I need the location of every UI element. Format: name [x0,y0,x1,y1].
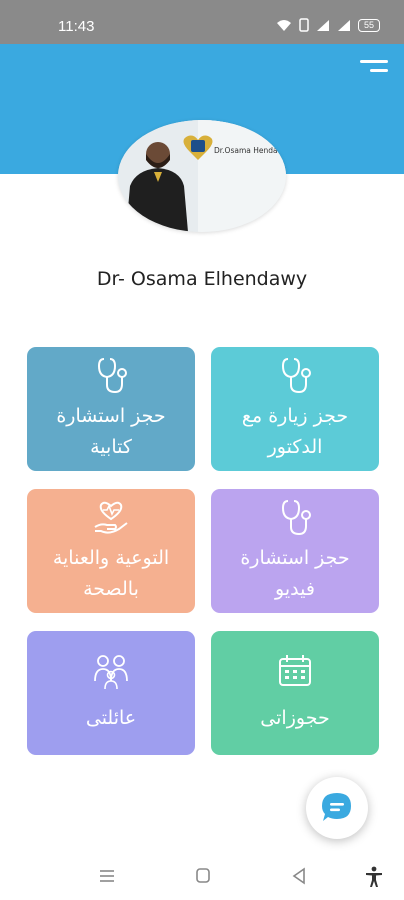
battery-icon: 55 [358,18,380,32]
doctor-photo: Dr.Osama Hendawy [118,120,286,232]
status-bar: 11:43 55 [0,0,404,44]
written-consultation-tile[interactable]: حجز استشارة كتابية [27,347,195,471]
recent-apps-icon[interactable] [98,866,116,886]
video-consultation-tile[interactable]: حجز استشارة فيديو [211,489,379,613]
health-care-icon [94,501,128,534]
my-family-tile[interactable]: عائلتى [27,631,195,755]
vibrate-icon [299,18,309,32]
home-icon[interactable] [195,866,211,886]
video-consultation-label: حجز استشارة فيديو [240,547,350,600]
stethoscope-icon [281,500,311,536]
book-visit-label: حجز زيارة مع الدكتور [241,405,349,458]
written-consultation-label: حجز استشارة كتابية [56,405,166,458]
status-icons: 55 [276,18,380,32]
status-time: 11:43 [58,18,95,35]
chat-icon [322,793,351,821]
doctor-name: Dr- Osama Elhendawy [96,268,308,290]
back-icon[interactable] [291,866,307,886]
health-awareness-tile[interactable]: التوعية والعناية بالصحة [27,489,195,613]
signal-icon-2 [338,19,350,31]
health-awareness-label: التوعية والعناية بالصحة [52,547,170,600]
hamburger-menu-icon [360,60,388,63]
family-icon [94,655,128,690]
system-nav-bar [0,852,404,900]
my-bookings-label: حجوزاتى [260,707,330,729]
my-bookings-tile[interactable]: حجوزاتى [211,631,379,755]
stethoscope-icon [97,358,127,394]
wifi-icon [277,19,291,31]
my-family-label: عائلتى [85,707,137,729]
chat-button[interactable] [306,777,368,839]
accessibility-icon[interactable] [365,866,383,888]
calendar-icon [279,655,311,686]
book-visit-tile[interactable]: حجز زيارة مع الدكتور [211,347,379,471]
stethoscope-icon [281,358,311,394]
signal-icon [317,19,329,31]
doctor-avatar: Dr.Osama Hendawy [118,120,286,232]
menu-button[interactable] [358,60,388,82]
